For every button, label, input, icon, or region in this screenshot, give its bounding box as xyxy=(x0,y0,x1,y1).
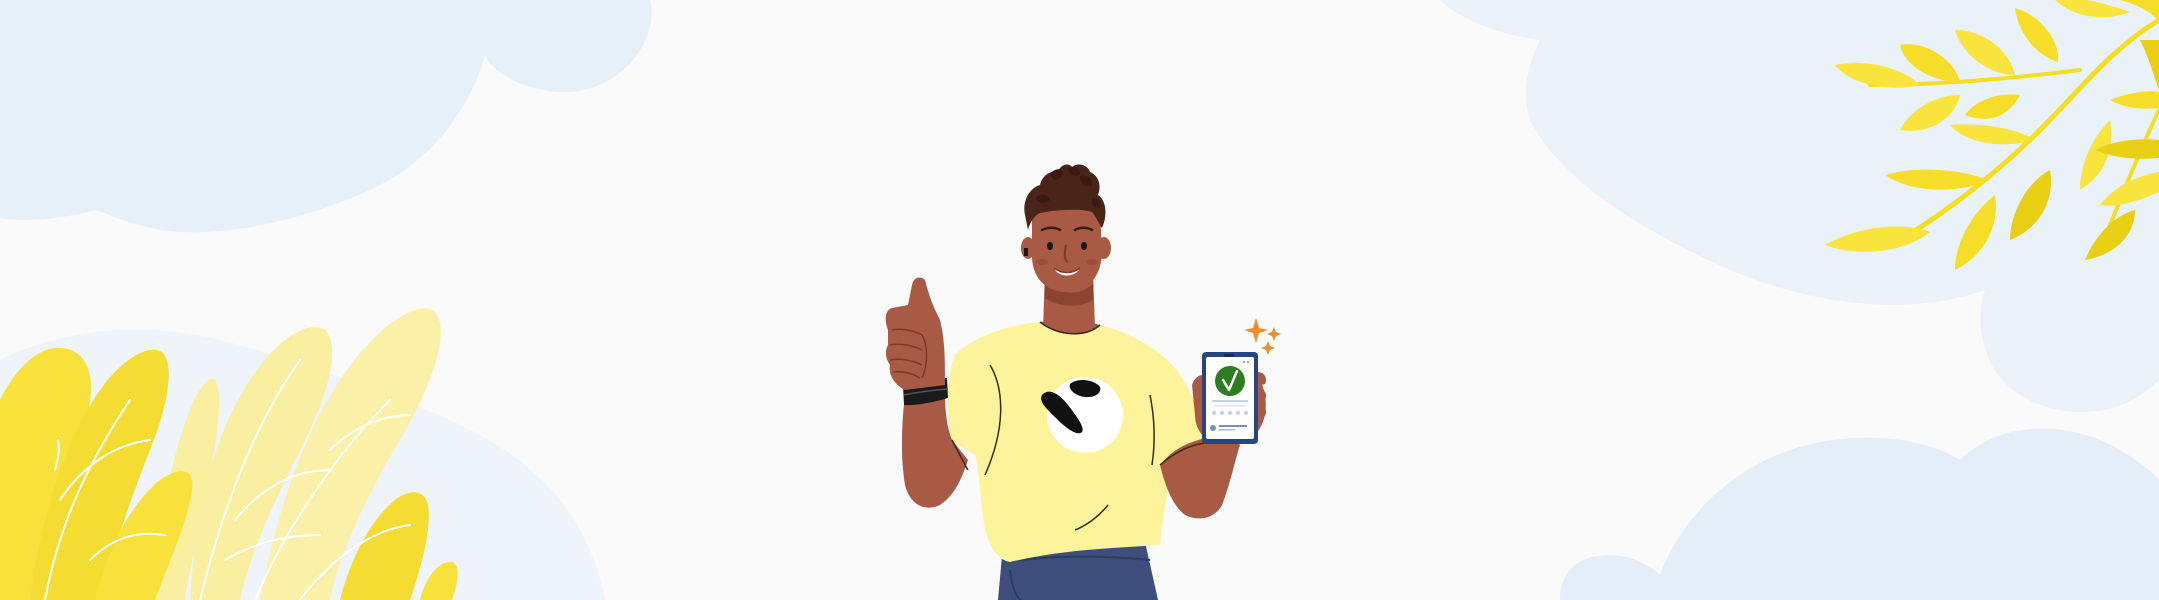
illustration-canvas xyxy=(0,0,2159,600)
person-figure xyxy=(885,164,1281,600)
phone-check-icon xyxy=(1202,352,1258,444)
cloud-top-left xyxy=(0,0,652,233)
sparkle-icon xyxy=(1244,318,1281,355)
cloud-bottom-right xyxy=(1560,428,2159,600)
head xyxy=(1021,164,1111,292)
cloud-top-right xyxy=(1440,0,2159,413)
illustration-scene xyxy=(0,0,2159,600)
thumbs-up-hand-icon xyxy=(885,277,945,390)
